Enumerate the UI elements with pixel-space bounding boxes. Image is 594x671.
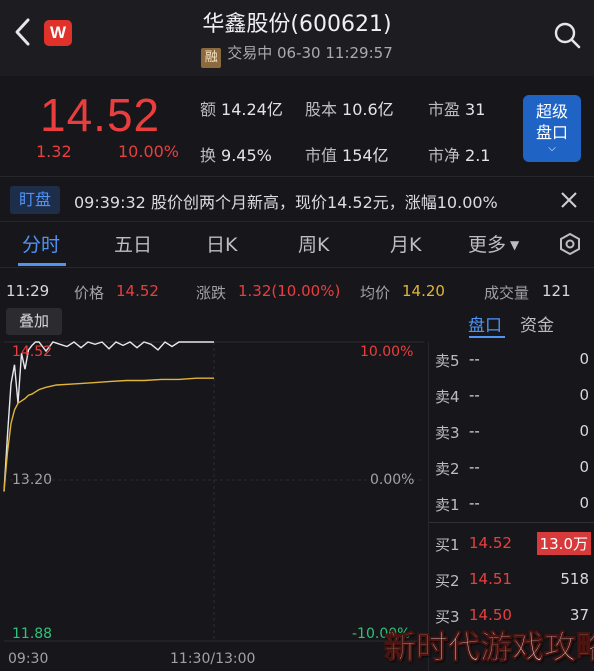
y-tick-mid-right: 0.00% [370, 472, 415, 488]
bid-row-1: 买1 14.52 13.0万 [429, 526, 594, 562]
trading-status-text: 交易中 06-30 11:29:57 [227, 44, 393, 62]
tab-weekly-k[interactable]: 周K [298, 230, 329, 257]
stat-market-cap: 市值 154亿 [305, 146, 389, 165]
bid-row-2: 买2 14.51 518 [435, 570, 589, 590]
super-button-line1: 超级 [535, 102, 568, 121]
watch-alert-bar[interactable]: 盯盘 09:39:32 股价创两个月新高，现价14.52元，涨幅10.00% [0, 176, 594, 222]
price-series-line [3, 341, 214, 492]
crosshair-info-row: 11:29 价格 14.52 涨跌 1.32(10.00%) 均价 14.20 … [0, 278, 594, 306]
alert-text: 09:39:32 股价创两个月新高，现价14.52元，涨幅10.00% [74, 193, 498, 212]
info-avg-value: 14.20 [402, 282, 445, 300]
super-orderbook-button[interactable]: 超级 盘口 ⌵ [523, 95, 581, 162]
active-tab-indicator [18, 263, 66, 266]
intraday-chart[interactable] [0, 338, 428, 658]
info-vol-label: 成交量 [484, 284, 530, 302]
ask-row-5: 卖5 -- 0 [435, 350, 589, 370]
stat-shares: 股本 10.6亿 [305, 100, 394, 119]
chevron-down-icon: ⌵ [548, 143, 556, 154]
tab-orderbook[interactable]: 盘口 [468, 311, 502, 336]
watermark-text: 新时代游戏攻略 [383, 628, 594, 667]
tab-more-label: 更多 [468, 234, 507, 256]
stat-pe: 市盈 31 [428, 100, 486, 119]
last-price: 14.52 [40, 89, 161, 141]
close-icon[interactable] [558, 189, 580, 211]
y-tick-top-right: 10.00% [360, 344, 414, 360]
x-tick-midday: 11:30/13:00 [170, 651, 256, 667]
y-tick-mid-left: 13.20 [12, 472, 53, 488]
info-vol-value: 121 [542, 282, 571, 300]
info-price-value: 14.52 [116, 282, 159, 300]
stock-title: 华鑫股份(600621) [202, 12, 392, 37]
ask-row-3: 卖3 -- 0 [435, 422, 589, 442]
info-time: 11:29 [6, 282, 50, 300]
overlay-button[interactable]: 叠加 [6, 308, 62, 335]
caret-down-icon: ▼ [510, 238, 520, 252]
tab-daily-k[interactable]: 日K [206, 230, 237, 257]
quote-panel: 14.52 1.32 10.00% 额 14.24亿 股本 10.6亿 市盈 31 换… [0, 76, 594, 176]
info-chg-value: 1.32(10.00%) [238, 282, 341, 300]
info-price-label: 价格 [74, 284, 105, 302]
price-change: 1.32 [36, 142, 72, 161]
y-tick-top-left: 14.52 [12, 344, 53, 360]
tab-intraday[interactable]: 分时 [22, 230, 60, 257]
price-change-pct: 10.00% [118, 142, 180, 161]
top-bar: W 华鑫股份(600621) 融交易中 06-30 11:29:57 [0, 0, 594, 76]
y-tick-bottom-left: 11.88 [12, 626, 53, 642]
ask-row-1: 卖1 -- 0 [435, 494, 589, 514]
stat-pb: 市净 2.1 [428, 146, 491, 165]
settings-hexagon-icon[interactable] [558, 232, 582, 256]
super-button-line2: 盘口 [535, 123, 568, 142]
orderbook-divider [429, 522, 594, 523]
orderbook-tabs: 盘口 资金 [428, 308, 594, 338]
stat-turnover: 额 14.24亿 [200, 100, 283, 119]
x-tick-open: 09:30 [8, 651, 49, 667]
info-avg-label: 均价 [360, 284, 391, 302]
stat-turnover-rate: 换 9.45% [200, 146, 272, 165]
tab-five-day[interactable]: 五日 [114, 230, 152, 257]
period-tabs: 分时 五日 日K 周K 月K 更多 ▼ [0, 222, 594, 268]
tab-capital[interactable]: 资金 [520, 311, 554, 336]
info-chg-label: 涨跌 [196, 284, 227, 302]
search-icon[interactable] [552, 20, 582, 50]
orderbook-tab-indicator [469, 336, 505, 338]
margin-badge: 融 [201, 48, 222, 68]
ask-row-2: 卖2 -- 0 [435, 458, 589, 478]
ask-row-4: 卖4 -- 0 [435, 386, 589, 406]
tab-monthly-k[interactable]: 月K [390, 230, 421, 257]
watch-tag: 盯盘 [10, 186, 60, 214]
trading-status: 融交易中 06-30 11:29:57 [0, 42, 594, 68]
tab-more[interactable]: 更多 ▼ [468, 230, 519, 257]
